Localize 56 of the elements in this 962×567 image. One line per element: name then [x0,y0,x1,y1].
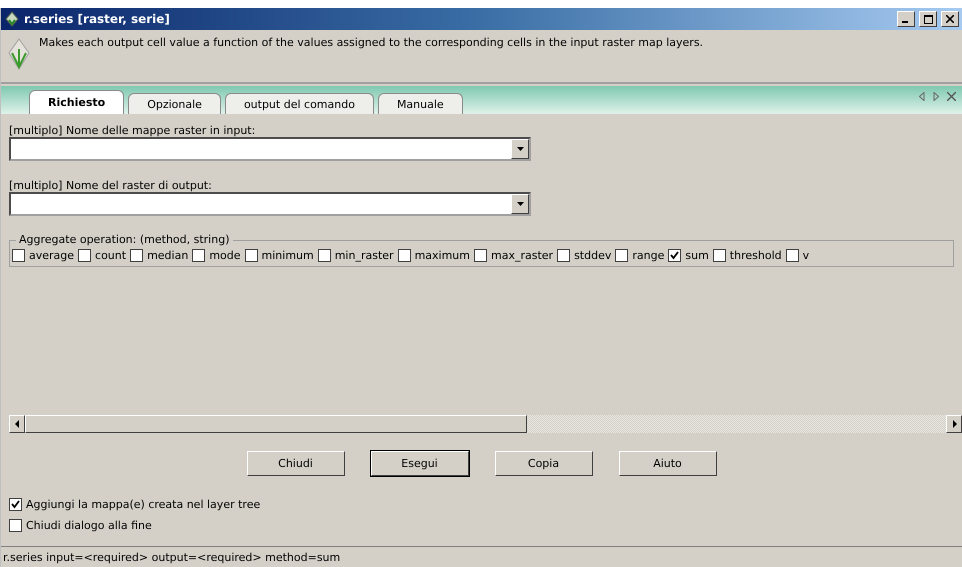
checkbox[interactable] [398,249,411,262]
checkbox[interactable] [9,498,22,511]
combo-field[interactable] [9,137,531,161]
tab[interactable]: Richiesto [29,90,124,114]
checkbox[interactable] [615,249,628,262]
checkbox[interactable] [474,249,487,262]
option-label: stddev [574,249,612,262]
checkbox[interactable] [712,249,726,262]
option-label: minimum [262,249,314,262]
app-icon [4,11,20,27]
option-label: v [802,249,810,262]
minimize-button[interactable] [897,11,915,27]
option-label: range [632,249,664,262]
group-title: Aggregate operation: (method, string) [16,233,232,246]
option-label: average [29,249,74,262]
option-label: Aggiungi la mappa(e) creata nel layer tree [26,498,260,511]
description-text: Makes each output cell value a function of the values assigned to the corresponding cells in the input raster map layers. [39,36,704,49]
option-label: max_raster [491,249,554,262]
checkbox[interactable] [244,249,258,262]
option-label: count [95,249,126,262]
dialog-button[interactable]: Copia [494,451,592,476]
checkbox[interactable] [668,249,682,262]
checkbox[interactable] [557,249,570,262]
checkbox[interactable] [9,519,22,532]
close-icon[interactable] [947,92,956,101]
maximize-icon [924,14,932,24]
option-label: min_raster [334,249,394,262]
option-label: Chiudi dialogo alla fine [26,519,152,532]
dialog-button[interactable]: Esegui [370,451,468,476]
checkbox[interactable] [12,249,25,262]
scroll-thumb[interactable] [25,415,527,433]
dialog-button[interactable]: Aiuto [618,451,716,476]
status-bar: r.series input=<required> output=<required> method=sum [1,546,962,567]
checkbox[interactable] [786,249,799,262]
tab[interactable]: output del comando [224,93,374,114]
close-icon [946,15,954,23]
close-button[interactable] [941,11,959,27]
window-title: r.series [raster, serie] [24,12,171,26]
field-label: [multiplo] Nome delle mappe raster in input: [9,124,256,137]
grass-icon [7,37,31,71]
checkbox[interactable] [192,249,206,262]
option-label: maximum [414,249,470,262]
option-label: threshold [730,249,782,262]
option-label: sum [685,249,709,262]
checkbox[interactable] [318,249,331,262]
maximize-button[interactable] [919,11,937,27]
checkbox[interactable] [78,249,92,262]
tab[interactable]: Manuale [378,93,463,114]
tab[interactable]: Opzionale [128,93,221,114]
option-label: median [147,249,188,262]
field-label: [multiplo] Nome del raster di output: [9,179,213,192]
combo-field[interactable] [9,192,531,216]
dialog-button[interactable]: Chiudi [246,451,344,476]
option-label: mode [209,249,241,262]
horizontal-scrollbar[interactable] [9,415,962,433]
checkbox[interactable] [130,249,144,262]
